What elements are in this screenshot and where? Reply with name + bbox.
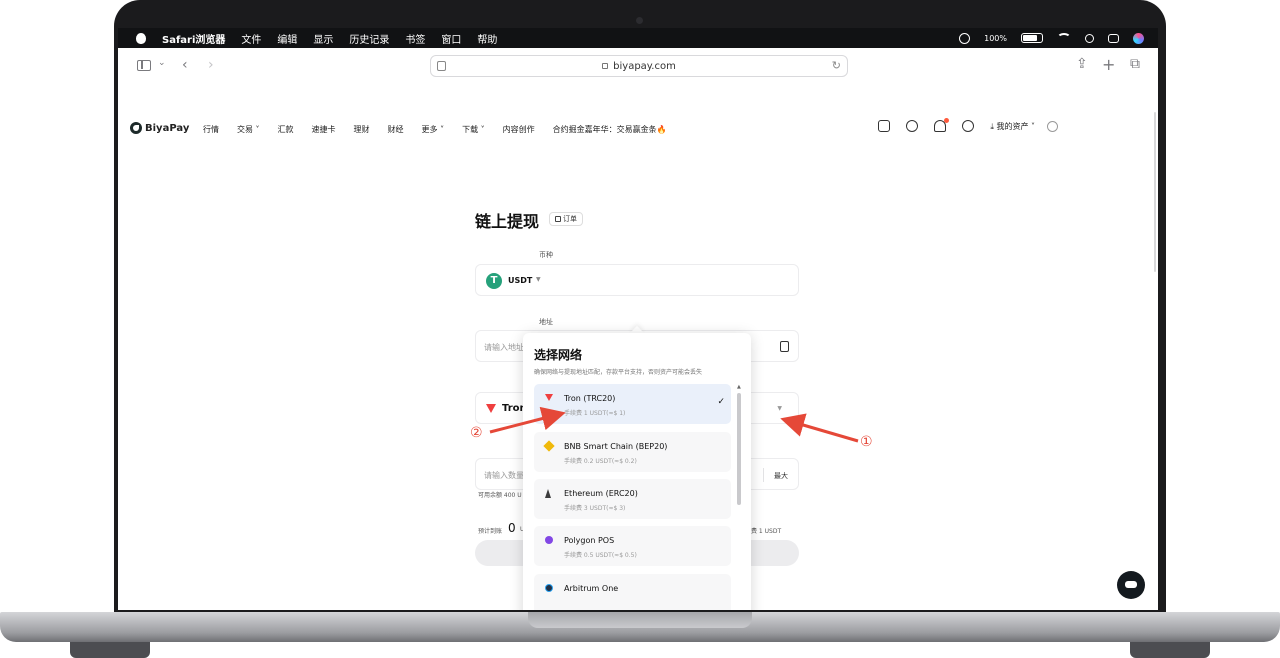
- laptop-frame: Safari浏览器 文件 编辑 显示 历史记录 书签 窗口 帮助 100% ⌄ …: [0, 0, 1280, 658]
- annotation-two: ②: [470, 425, 483, 441]
- annotation-arrows: [489, 406, 859, 443]
- annotation-one: ①: [860, 434, 873, 450]
- arrow-two: [489, 406, 566, 434]
- arrow-one: [780, 413, 859, 443]
